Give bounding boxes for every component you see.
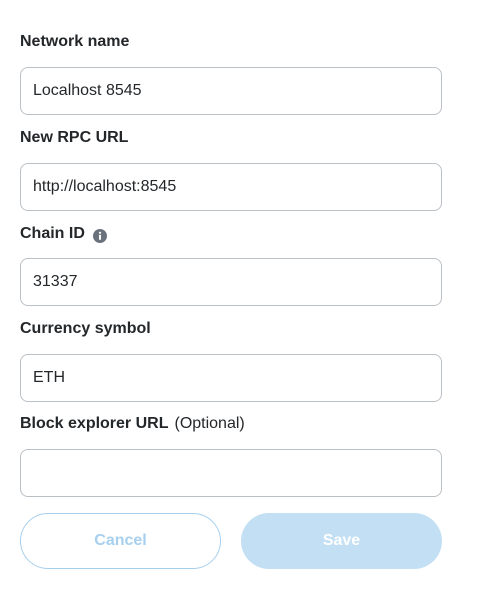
chain-id-label: Chain ID (20, 225, 85, 242)
currency-symbol-label-row: Currency symbol (20, 318, 151, 340)
block-explorer-label-row: Block explorer URL (Optional) (20, 413, 245, 435)
rpc-url-label-row: New RPC URL (20, 127, 128, 149)
chain-id-input[interactable] (20, 258, 442, 306)
info-icon[interactable] (92, 229, 107, 243)
block-explorer-label: Block explorer URL (20, 415, 169, 432)
network-name-label: Network name (20, 33, 130, 50)
currency-symbol-input[interactable] (20, 354, 442, 402)
currency-symbol-label: Currency symbol (20, 320, 151, 337)
chain-id-label-row: Chain ID (20, 223, 107, 245)
network-name-label-row: Network name (20, 31, 129, 53)
rpc-url-label: New RPC URL (20, 129, 129, 146)
save-button[interactable]: Save (241, 513, 442, 569)
network-name-input[interactable] (20, 67, 442, 115)
block-explorer-input[interactable] (20, 449, 442, 497)
optional-label: (Optional) (174, 415, 245, 432)
cancel-button[interactable]: Cancel (20, 513, 221, 569)
rpc-url-input[interactable] (20, 163, 442, 211)
